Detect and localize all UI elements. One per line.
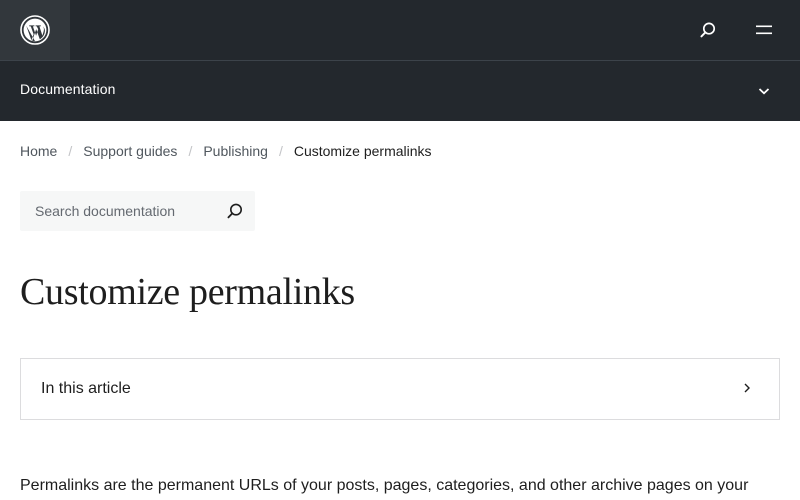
article-intro-paragraph: Permalinks are the permanent URLs of you… [20, 477, 749, 494]
breadcrumb-home[interactable]: Home [20, 143, 57, 159]
header-menu-button[interactable] [748, 14, 780, 46]
table-of-contents-toggle[interactable]: In this article [20, 358, 780, 420]
breadcrumb: Home / Support guides / Publishing / Cus… [20, 142, 432, 160]
search-icon [700, 22, 716, 38]
page-title: Customize permalinks [20, 271, 355, 313]
breadcrumb-separator: / [188, 143, 193, 159]
breadcrumb-separator: / [68, 143, 73, 159]
breadcrumb-publishing[interactable]: Publishing [203, 143, 268, 159]
toc-label: In this article [41, 380, 131, 397]
global-header [0, 0, 800, 60]
breadcrumb-separator: / [278, 143, 283, 159]
local-nav-title[interactable]: Documentation [20, 81, 115, 97]
documentation-search-submit-button[interactable] [223, 199, 247, 223]
local-nav-bar: Documentation [0, 60, 800, 121]
header-search-button[interactable] [692, 14, 724, 46]
documentation-search-input[interactable] [20, 191, 220, 231]
wordpress-logo-icon [20, 15, 50, 45]
chevron-right-icon [739, 379, 755, 397]
documentation-search-form [20, 191, 255, 231]
chevron-down-icon [758, 88, 770, 95]
wordpress-logo-link[interactable] [0, 0, 70, 60]
breadcrumb-support-guides[interactable]: Support guides [83, 143, 177, 159]
search-icon [227, 203, 242, 219]
breadcrumb-current-page: Customize permalinks [293, 143, 432, 159]
local-nav-toggle-button[interactable] [752, 79, 776, 103]
hamburger-menu-icon [756, 25, 772, 35]
